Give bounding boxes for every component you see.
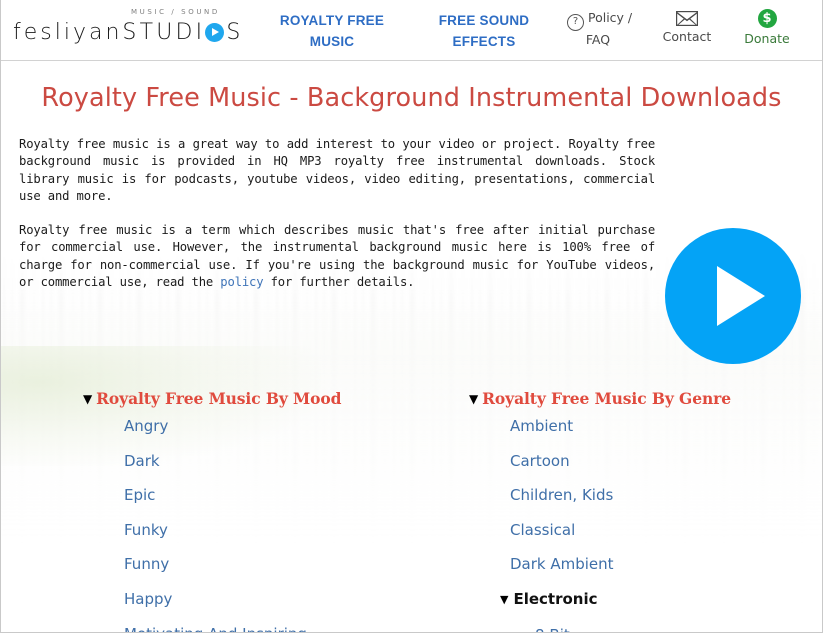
genre-column-heading[interactable]: ▼ Royalty Free Music By Genre — [469, 389, 731, 409]
mood-column-heading[interactable]: ▼ Royalty Free Music By Mood — [83, 389, 341, 409]
nav-contact[interactable]: Contact — [656, 9, 718, 45]
nav-royalty-line2: MUSIC — [309, 34, 355, 49]
genre-heading-label: Royalty Free Music By Genre — [482, 389, 731, 408]
genre-group-electronic[interactable]: ▼ Electronic — [469, 582, 731, 618]
list-item[interactable]: Happy — [83, 582, 341, 617]
list-item[interactable]: Classical — [469, 513, 731, 548]
logo-name-lower: fesliyan — [13, 20, 123, 45]
nav-policy-line2: FAQ — [585, 32, 611, 47]
intro-paragraph-1: Royalty free music is a great way to add… — [19, 137, 655, 203]
genre-link-ambient[interactable]: Ambient — [510, 417, 573, 435]
logo-play-circle-icon — [205, 23, 225, 42]
mood-link-funny[interactable]: Funny — [124, 555, 169, 573]
policy-row: ? Policy / — [567, 10, 633, 31]
genre-link-dark-ambient[interactable]: Dark Ambient — [510, 555, 614, 573]
list-item[interactable]: Angry — [83, 409, 341, 444]
question-mark-icon: ? — [567, 14, 584, 31]
logo-name-upper-a: STUDI — [122, 20, 206, 45]
genre-link-children-kids[interactable]: Children, Kids — [510, 486, 613, 504]
dollar-coin-icon: $ — [757, 9, 777, 28]
intro-paragraph-2: Royalty free music is a term which descr… — [19, 222, 655, 291]
nav-effects-line2: EFFECTS — [452, 34, 516, 49]
mood-link-dark[interactable]: Dark — [124, 452, 160, 470]
page-content: Royalty Free Music - Background Instrume… — [1, 61, 822, 632]
page-title: Royalty Free Music - Background Instrume… — [41, 83, 782, 113]
site-header: MUSIC / SOUND fesliyanSTUDI S ROYALTY FRE… — [1, 0, 822, 61]
genre-list: Ambient Cartoon Children, Kids Classical… — [469, 409, 731, 632]
list-item[interactable]: Cartoon — [469, 444, 731, 479]
mood-column: ▼ Royalty Free Music By Mood Angry Dark E… — [83, 389, 341, 632]
list-item[interactable]: Funny — [83, 547, 341, 582]
chevron-down-icon: ▼ — [469, 392, 479, 406]
intro-p2-part2: for further details. — [263, 275, 415, 290]
chevron-down-icon: ▼ — [83, 392, 93, 406]
logo-wordmark: fesliyanSTUDI S — [13, 20, 244, 45]
list-item[interactable]: Ambient — [469, 409, 731, 444]
logo-name-upper-b: S — [226, 20, 244, 45]
genre-group-electronic-label: Electronic — [513, 589, 598, 608]
nav-royalty-free-music[interactable]: ROYALTY FREE MUSIC — [267, 10, 397, 52]
list-item[interactable]: Dark Ambient — [469, 547, 731, 582]
mood-link-epic[interactable]: Epic — [124, 486, 155, 504]
genre-link-classical[interactable]: Classical — [510, 521, 575, 539]
genre-column: ▼ Royalty Free Music By Genre Ambient Car… — [469, 389, 731, 632]
nav-donate-label: Donate — [744, 31, 790, 46]
policy-link[interactable]: policy — [220, 275, 263, 289]
list-item[interactable]: 8-Bit — [469, 618, 731, 632]
logo-tagline: MUSIC / SOUND — [131, 8, 220, 16]
list-item[interactable]: Dark — [83, 444, 341, 479]
nav-royalty-line1: ROYALTY FREE — [279, 13, 385, 28]
mood-link-motivating-and-inspiring[interactable]: Motivating And Inspiring — [124, 625, 307, 632]
nav-effects-line1: FREE SOUND — [438, 13, 530, 28]
mood-link-funky[interactable]: Funky — [124, 521, 168, 539]
nav-contact-label: Contact — [662, 29, 712, 44]
mood-heading-label: Royalty Free Music By Mood — [96, 389, 342, 408]
mood-link-angry[interactable]: Angry — [124, 417, 168, 435]
genre-link-8-bit[interactable]: 8-Bit — [535, 626, 570, 632]
list-item[interactable]: Children, Kids — [469, 478, 731, 513]
site-logo[interactable]: MUSIC / SOUND fesliyanSTUDI S — [13, 8, 245, 53]
list-item[interactable]: Epic — [83, 478, 341, 513]
genre-link-cartoon[interactable]: Cartoon — [510, 452, 570, 470]
list-item[interactable]: Funky — [83, 513, 341, 548]
intro-text: Royalty free music is a great way to add… — [19, 136, 655, 291]
nav-policy-line1: Policy / — [588, 10, 633, 25]
chevron-down-icon: ▼ — [500, 592, 509, 606]
envelope-icon — [676, 11, 698, 26]
mood-list: Angry Dark Epic Funky Funny Happy Motiva… — [83, 409, 341, 632]
mood-link-happy[interactable]: Happy — [124, 590, 172, 608]
list-item[interactable]: Motivating And Inspiring — [83, 617, 341, 632]
play-button-icon[interactable] — [665, 228, 801, 364]
nav-free-sound-effects[interactable]: FREE SOUND EFFECTS — [426, 10, 542, 52]
nav-donate[interactable]: $ Donate — [736, 9, 798, 47]
page-root: MUSIC / SOUND fesliyanSTUDI S ROYALTY FRE… — [0, 0, 823, 633]
